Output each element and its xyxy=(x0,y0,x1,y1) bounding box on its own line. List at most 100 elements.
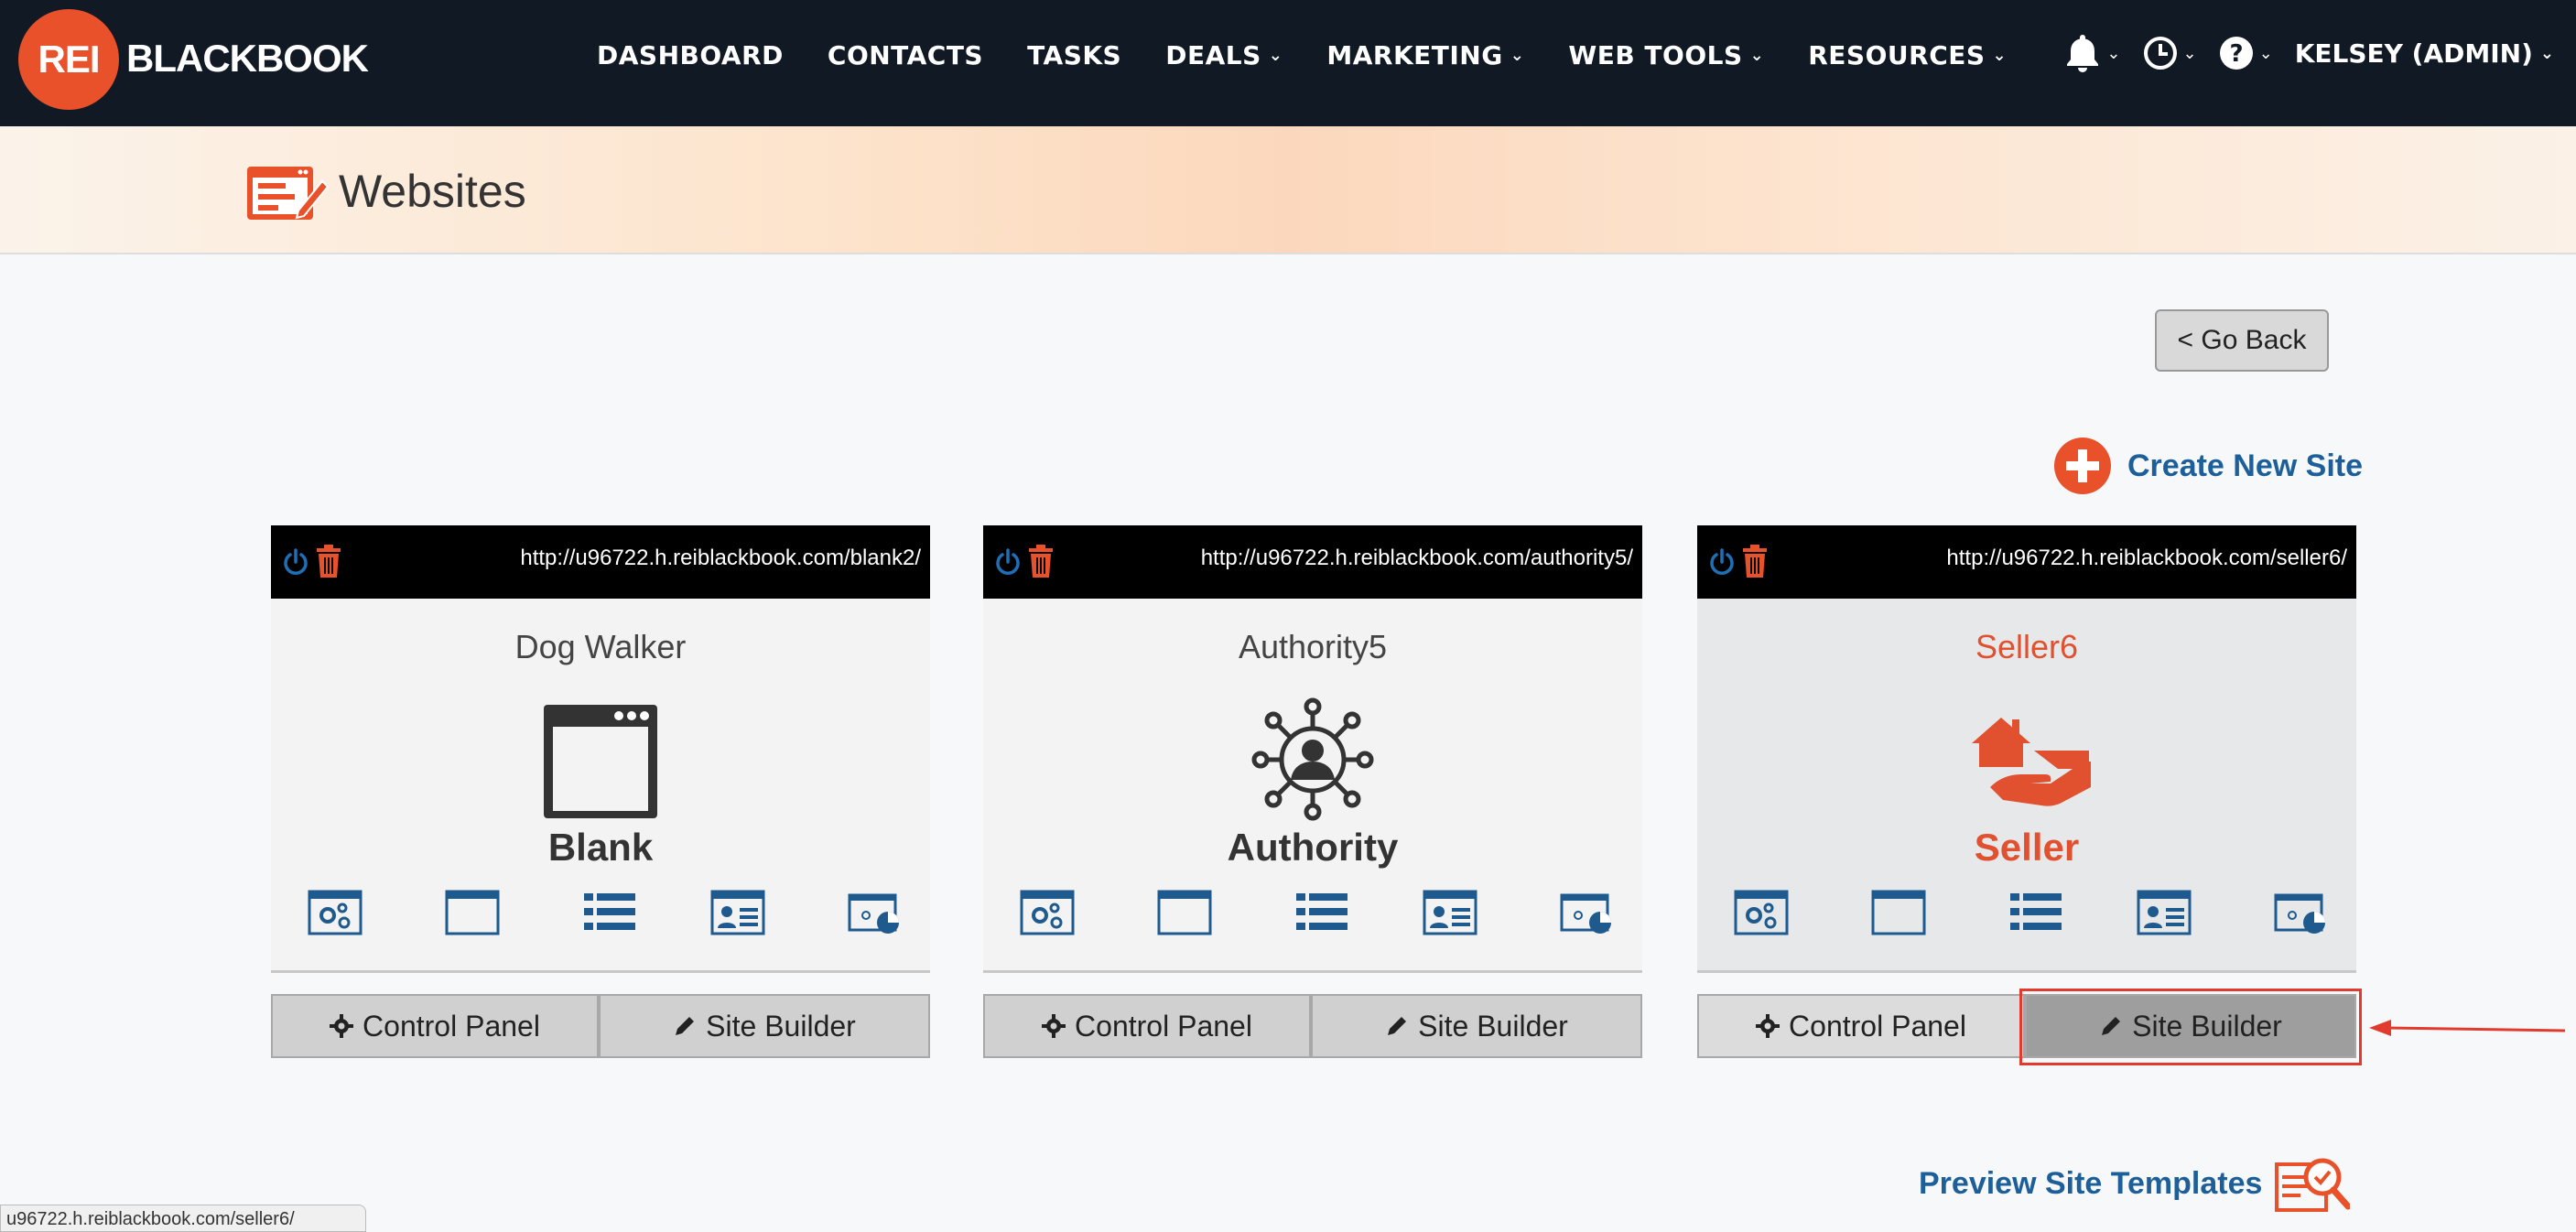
chevron-down-icon: ⌄ xyxy=(2258,43,2273,63)
nav-right-tools: ⌄ ⌄ ? ⌄ KELSEY (ADMIN) ⌄ xyxy=(2064,33,2554,73)
control-panel-label: Control Panel xyxy=(1075,1009,1252,1043)
site-builder-label: Site Builder xyxy=(1418,1009,1568,1043)
nav-tasks-label: TASKS xyxy=(1027,40,1122,70)
template-name: Blank xyxy=(547,826,654,869)
contact-card-icon[interactable] xyxy=(2137,890,2192,935)
chevron-down-icon: ⌄ xyxy=(1749,46,1765,65)
annotation-arrow-icon xyxy=(2369,1020,2566,1036)
list-icon[interactable] xyxy=(2008,890,2063,935)
create-new-site-label: Create New Site xyxy=(2127,448,2363,483)
control-panel-label: Control Panel xyxy=(363,1009,540,1043)
contact-card-icon[interactable] xyxy=(1423,890,1477,935)
chevron-down-icon: ⌄ xyxy=(2106,43,2121,63)
chevron-down-icon: ⌄ xyxy=(1510,46,1525,65)
nav-deals-label: DEALS xyxy=(1165,40,1261,70)
analytics-icon[interactable] xyxy=(1560,890,1615,935)
site-card-header: http://u96722.h.reiblackbook.com/authori… xyxy=(983,525,1642,599)
trash-icon[interactable] xyxy=(1027,544,1055,578)
control-panel-button[interactable]: Control Panel xyxy=(271,994,599,1058)
analytics-icon[interactable] xyxy=(848,890,903,935)
list-icon[interactable] xyxy=(1294,890,1349,935)
chevron-down-icon: ⌄ xyxy=(1268,46,1283,65)
control-panel-button[interactable]: Control Panel xyxy=(1697,994,2025,1058)
page-icon[interactable] xyxy=(445,890,500,935)
notifications-menu[interactable]: ⌄ xyxy=(2064,33,2121,73)
site-name: Dog Walker xyxy=(514,628,687,665)
user-menu[interactable]: KELSEY (ADMIN) ⌄ xyxy=(2295,38,2554,69)
template-name: Seller xyxy=(1974,826,2080,869)
nav-contacts-label: CONTACTS xyxy=(827,40,984,70)
site-builder-button[interactable]: Site Builder xyxy=(599,994,930,1058)
page-title: Websites xyxy=(339,166,526,217)
list-icon[interactable] xyxy=(582,890,637,935)
site-url[interactable]: http://u96722.h.reiblackbook.com/authori… xyxy=(1201,546,1633,571)
nav-web-tools[interactable]: WEB TOOLS ⌄ xyxy=(1568,40,1764,70)
site-card-buttons: Control Panel Site Builder xyxy=(1697,994,2356,1058)
nav-tasks[interactable]: TASKS xyxy=(1027,40,1121,70)
chevron-down-icon: ⌄ xyxy=(2182,43,2197,63)
power-icon[interactable] xyxy=(282,547,309,577)
page-icon[interactable] xyxy=(1157,890,1212,935)
nav-marketing-label: MARKETING xyxy=(1326,40,1503,70)
site-name: Seller6 xyxy=(1975,628,2079,665)
site-builder-label: Site Builder xyxy=(706,1009,856,1043)
site-settings-icon[interactable] xyxy=(1734,890,1789,935)
browser-status-bar: u96722.h.reiblackbook.com/seller6/ xyxy=(0,1205,366,1232)
site-card-seller6: http://u96722.h.reiblackbook.com/seller6… xyxy=(1697,525,2356,1060)
bell-icon xyxy=(2067,35,2099,72)
nav-web-tools-label: WEB TOOLS xyxy=(1568,40,1743,70)
plus-circle-icon xyxy=(2054,438,2111,494)
control-panel-label: Control Panel xyxy=(1789,1009,1966,1043)
website-edit-icon xyxy=(247,167,330,220)
power-icon[interactable] xyxy=(1708,547,1736,577)
help-icon: ? xyxy=(2219,37,2253,70)
pencil-icon xyxy=(1388,1017,1407,1035)
site-card-dog-walker: http://u96722.h.reiblackbook.com/blank2/… xyxy=(271,525,930,1060)
template-search-icon xyxy=(2275,1158,2351,1212)
nav-contacts[interactable]: CONTACTS xyxy=(828,40,983,70)
site-card-authority5: http://u96722.h.reiblackbook.com/authori… xyxy=(983,525,1642,1060)
network-person-icon xyxy=(1251,697,1374,821)
control-panel-button[interactable]: Control Panel xyxy=(983,994,1311,1058)
nav-dashboard-label: DASHBOARD xyxy=(597,40,784,70)
site-url[interactable]: http://u96722.h.reiblackbook.com/blank2/ xyxy=(520,546,921,571)
logo-mark: REI xyxy=(18,9,119,110)
pencil-icon xyxy=(676,1017,695,1035)
nav-resources-label: RESOURCES xyxy=(1808,40,1986,70)
template-name: Authority xyxy=(1227,826,1399,869)
site-card-header: http://u96722.h.reiblackbook.com/blank2/ xyxy=(271,525,930,599)
go-back-button[interactable]: < Go Back xyxy=(2155,309,2329,372)
site-settings-icon[interactable] xyxy=(1020,890,1075,935)
site-card-header: http://u96722.h.reiblackbook.com/seller6… xyxy=(1697,525,2356,599)
gear-icon xyxy=(1042,1014,1066,1038)
chevron-down-icon: ⌄ xyxy=(1992,46,2008,65)
site-card-buttons: Control Panel Site Builder xyxy=(271,994,930,1058)
nav-resources[interactable]: RESOURCES ⌄ xyxy=(1808,40,2007,70)
gear-icon xyxy=(1756,1014,1780,1038)
preview-site-templates-label: Preview Site Templates xyxy=(1919,1165,2263,1201)
pencil-icon xyxy=(2102,1017,2121,1035)
main-menu: DASHBOARD CONTACTS TASKS DEALS ⌄ MARKETIN… xyxy=(597,40,2007,70)
trash-icon[interactable] xyxy=(315,544,342,578)
page-icon[interactable] xyxy=(1871,890,1926,935)
logo-text: BLACKBOOK xyxy=(126,37,369,80)
house-hand-icon xyxy=(1972,718,2091,806)
nav-marketing[interactable]: MARKETING ⌄ xyxy=(1326,40,1524,70)
site-settings-icon[interactable] xyxy=(308,890,363,935)
create-new-site-link[interactable]: Create New Site xyxy=(2054,438,2363,494)
page-header-banner: Websites xyxy=(0,126,2576,254)
nav-dashboard[interactable]: DASHBOARD xyxy=(597,40,784,70)
site-card-buttons: Control Panel Site Builder xyxy=(983,994,1642,1058)
help-menu[interactable]: ? ⌄ xyxy=(2219,36,2273,70)
power-icon[interactable] xyxy=(994,547,1022,577)
recent-menu[interactable]: ⌄ xyxy=(2143,36,2197,70)
analytics-icon[interactable] xyxy=(2274,890,2329,935)
preview-site-templates-link[interactable]: Preview Site Templates xyxy=(1919,1155,2351,1212)
contact-card-icon[interactable] xyxy=(710,890,765,935)
clock-icon xyxy=(2143,37,2177,70)
site-url[interactable]: http://u96722.h.reiblackbook.com/seller6… xyxy=(1946,546,2347,571)
trash-icon[interactable] xyxy=(1741,544,1769,578)
site-builder-button[interactable]: Site Builder xyxy=(1311,994,1642,1058)
nav-deals[interactable]: DEALS ⌄ xyxy=(1165,40,1283,70)
site-builder-button[interactable]: Site Builder xyxy=(2025,994,2356,1058)
